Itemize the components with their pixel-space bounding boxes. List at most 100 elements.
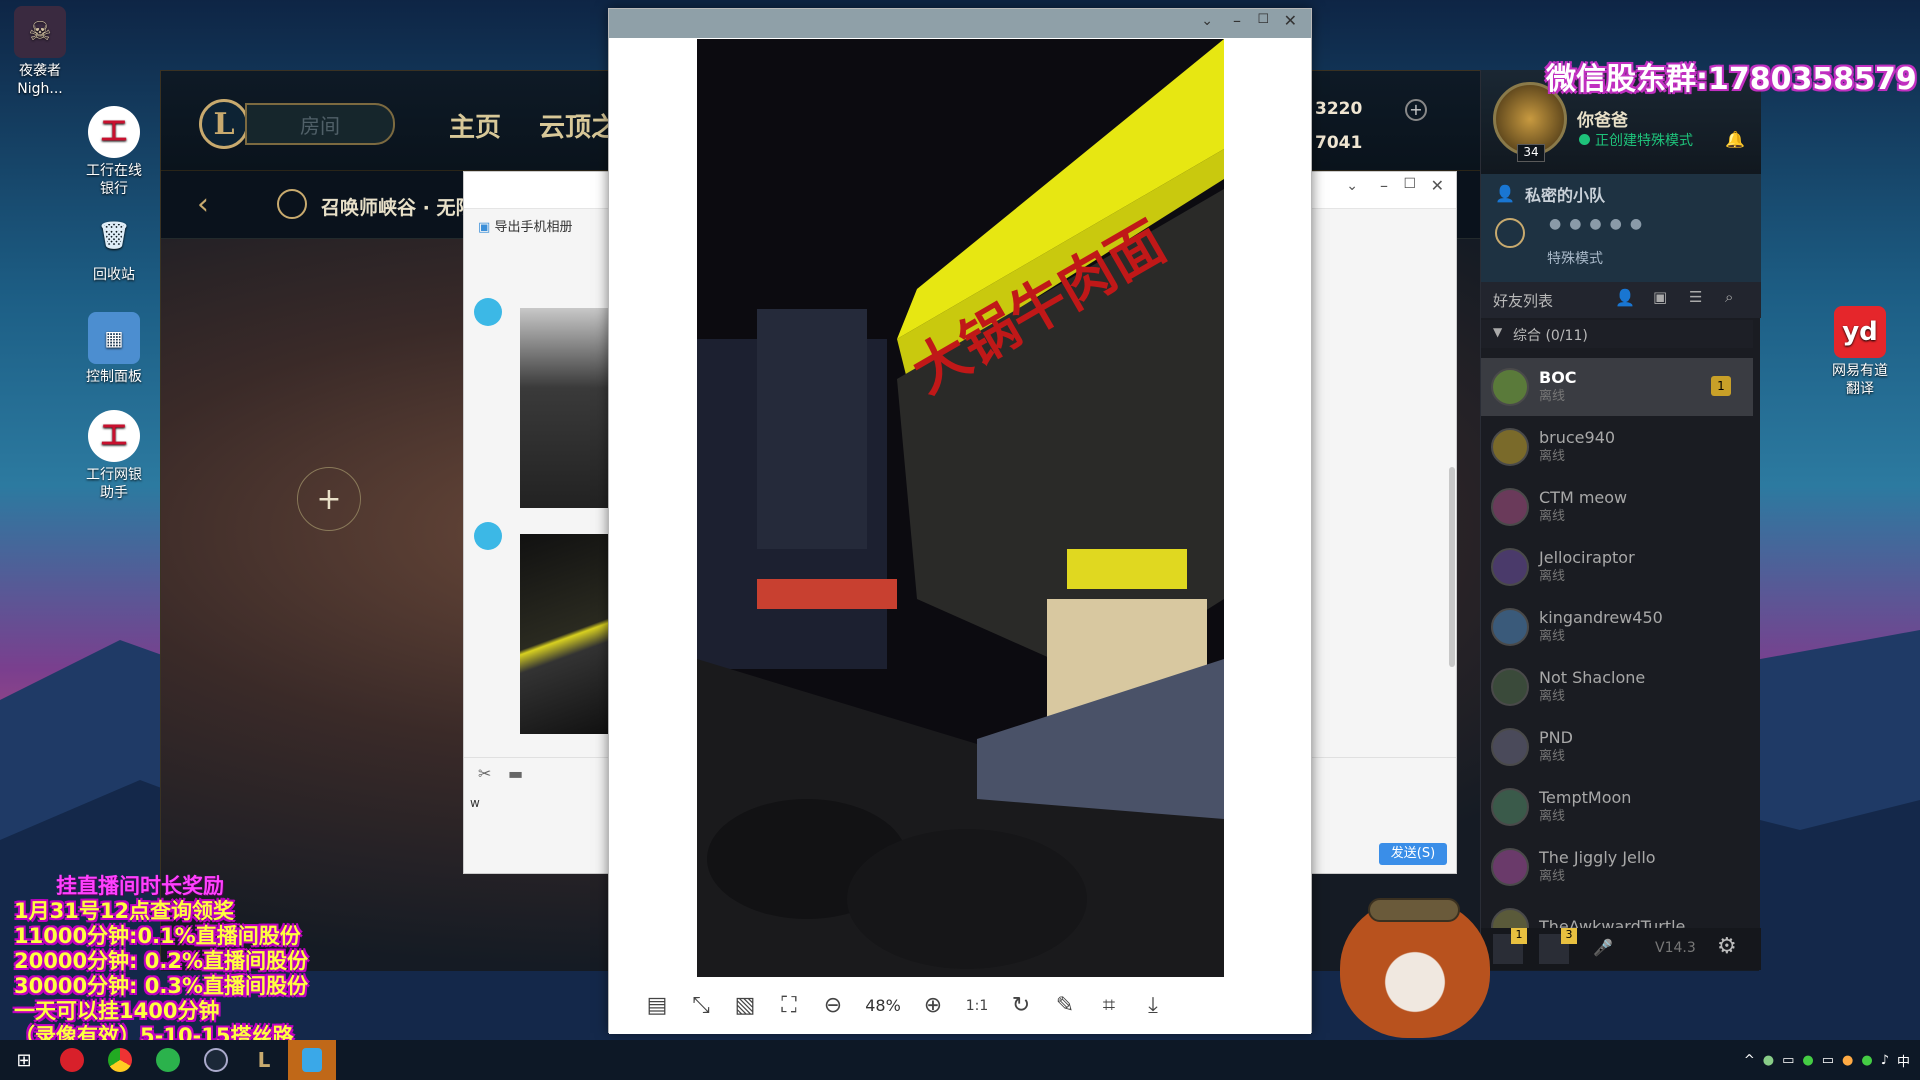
friend-avatar [1491,728,1529,766]
desktop-icon-youdao[interactable]: yd 网易有道 翻译 [1812,306,1908,398]
send-button[interactable]: 发送(S) [1379,843,1447,865]
translate-image-icon[interactable]: ▧ [723,986,767,1026]
control-panel-icon: ▦ [88,312,140,364]
list-view-icon[interactable]: ☰ [1689,288,1702,306]
friend-row[interactable]: bruce940 离线 [1481,418,1753,476]
friend-name: PND [1539,728,1573,747]
desktop-icon-label: 回收站 [93,267,135,283]
friend-row[interactable]: PND 离线 [1481,718,1753,776]
taskbar-app-icon[interactable]: L [240,1040,288,1080]
tray-app-icon[interactable]: ● [1842,1053,1853,1068]
taskbar-app-icon-active[interactable] [288,1040,336,1080]
taskbar-app-icon[interactable] [192,1040,240,1080]
friend-avatar [1491,548,1529,586]
ime-indicator[interactable]: 中 [1897,1051,1910,1070]
ocr-icon[interactable]: ⛶ [767,986,811,1026]
promo-line: 一天可以挂1400分钟 [14,999,220,1023]
tray-app-icon[interactable]: ● [1861,1053,1872,1068]
desktop-icon-recycle-bin[interactable]: 🗑 回收站 [66,210,162,284]
qq-icon [302,1048,322,1072]
maximize-icon[interactable]: ☐ [1403,176,1416,192]
crop-icon[interactable]: ⌗ [1087,986,1131,1026]
folder-icon[interactable]: ▬ [508,764,523,783]
zoom-out-icon[interactable]: ⊖ [811,986,855,1026]
friend-row[interactable]: Jellociraptor 离线 [1481,538,1753,596]
taskbar-app-icon[interactable] [144,1040,192,1080]
minimize-icon[interactable]: – [1380,176,1388,195]
desktop-icon-icbc-online[interactable]: 工 工行在线 银行 [66,106,162,198]
friend-row[interactable]: Not Shaclone 离线 [1481,658,1753,716]
desktop-icon-control-panel[interactable]: ▦ 控制面板 [66,312,162,386]
friend-row[interactable]: The Jiggly Jello 离线 [1481,838,1753,896]
party-icon: 👤 [1495,184,1515,203]
nav-tft[interactable]: 云顶之 [539,107,617,144]
actual-size-icon[interactable]: 1:1 [955,986,999,1026]
tray-app-icon[interactable]: ● [1802,1053,1813,1068]
chat-input[interactable]: w [470,796,480,810]
desktop-icon-icbc-assistant[interactable]: 工 工行网银 助手 [66,410,162,502]
friend-group-header[interactable]: ▼ 综合 (0/11) [1481,320,1753,348]
add-player-button[interactable]: + [297,467,361,531]
nav-home[interactable]: 主页 [449,107,501,144]
minimize-icon[interactable]: – [1233,11,1241,30]
message-image-thumb[interactable] [520,308,610,508]
export-photos-button[interactable]: ▣ 导出手机相册 [478,216,572,235]
settings-gear-icon[interactable]: ⚙ [1717,934,1737,959]
volume-icon[interactable]: ♪ [1881,1053,1889,1068]
back-chevron-icon[interactable]: ‹ [197,187,209,222]
chat-badge: 1 [1511,928,1527,944]
add-folder-icon[interactable]: ▣ [1653,288,1667,306]
chevron-down-icon[interactable]: ⌄ [1346,178,1358,194]
desktop-icon-label: 工行在线 银行 [86,163,142,197]
collapse-icon: ▼ [1493,325,1503,339]
network-icon[interactable]: ▭ [1782,1053,1794,1068]
add-friend-icon[interactable]: 👤 [1615,288,1635,307]
taskbar-app-icon[interactable] [48,1040,96,1080]
party-title: 私密的小队 [1525,186,1606,205]
fit-screen-icon[interactable]: ⤡ [679,986,723,1026]
zoom-in-icon[interactable]: ⊕ [911,986,955,1026]
edit-icon[interactable]: ✎ [1043,986,1087,1026]
tray-app-icon[interactable]: ● [1763,1053,1774,1068]
friend-row[interactable]: CTM meow 离线 [1481,478,1753,536]
windows-start-icon[interactable]: ⊞ [0,1040,48,1080]
icbc-icon: 工 [88,106,140,158]
layout-icon[interactable]: ▤ [635,986,679,1026]
message-image-thumb[interactable] [520,534,610,734]
viewer-title-bar: ⌄ – ☐ ✕ [609,9,1311,38]
friend-name: TemptMoon [1539,788,1632,807]
friend-group-label: 综合 (0/11) [1513,328,1588,344]
friends-header: 好友列表 👤 ▣ ☰ ⌕ [1481,282,1761,318]
system-tray: ^ ● ▭ ● ▭ ● ● ♪ 中 [1744,1040,1920,1080]
tray-chevron-icon[interactable]: ^ [1744,1053,1755,1068]
screenshot-scissors-icon[interactable]: ✂ [478,764,491,783]
notification-bell-icon[interactable]: 🔔 [1725,130,1745,149]
search-icon[interactable]: ⌕ [1725,288,1733,306]
play-room-button[interactable]: 房间 [245,103,395,145]
friend-info: kingandrew450 离线 [1539,608,1663,646]
desktop-icon-night-raider[interactable]: ☠ 夜袭者 Nigh... [0,6,88,98]
chat-scrollbar[interactable] [1449,467,1455,667]
microphone-icon[interactable]: 🎤 [1593,938,1613,957]
rotate-icon[interactable]: ↻ [999,986,1043,1026]
taskbar-app-icon[interactable] [96,1040,144,1080]
friend-row[interactable]: kingandrew450 离线 [1481,598,1753,656]
friend-status: 离线 [1539,569,1566,584]
friend-name: Not Shaclone [1539,668,1646,687]
download-icon[interactable]: ⤓ [1131,986,1175,1026]
close-icon[interactable]: ✕ [1431,176,1444,195]
maximize-icon[interactable]: ☐ [1257,12,1269,27]
chevron-down-icon[interactable]: ⌄ [1201,13,1213,29]
night-street-photo[interactable]: 大锅牛肉面 [697,39,1224,977]
close-icon[interactable]: ✕ [1284,11,1297,30]
league-logo-icon[interactable]: L [199,99,249,149]
add-currency-icon[interactable]: + [1405,99,1427,121]
promo-line: 11000分钟:0.1%直播间股份 [14,924,301,948]
friend-info: Not Shaclone 离线 [1539,668,1645,706]
mode-icon [277,189,307,219]
tray-app-icon[interactable]: ▭ [1822,1053,1834,1068]
friend-row[interactable]: BOC 离线 1 [1481,358,1753,416]
youdao-icon: yd [1834,306,1886,358]
friend-row[interactable]: TemptMoon 离线 [1481,778,1753,836]
promo-line: 1月31号12点查询领奖 [14,899,235,923]
